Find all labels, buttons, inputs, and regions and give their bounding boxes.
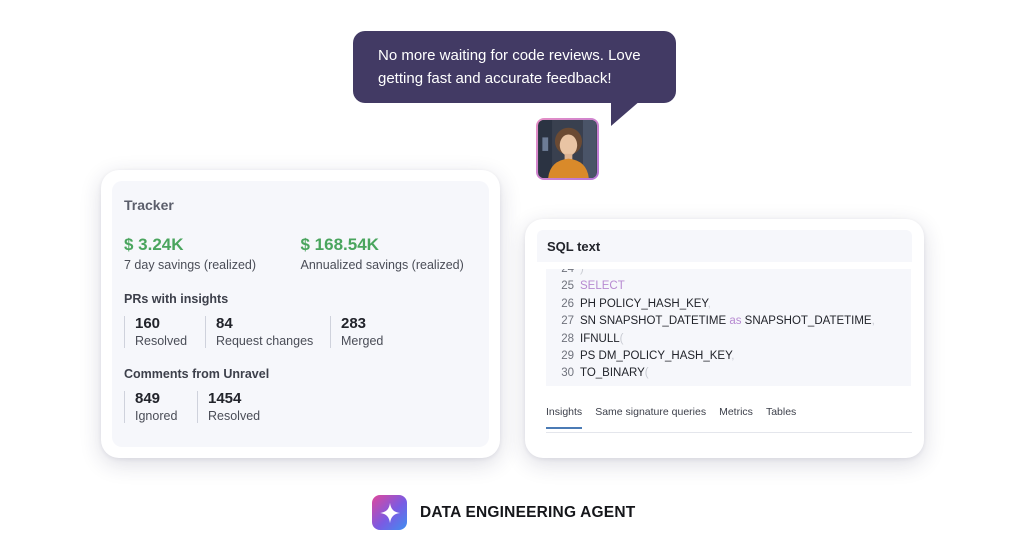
code-text: ) [580, 269, 584, 275]
savings-annualized-value: $ 168.54K [300, 235, 379, 254]
brand-logo [372, 495, 407, 530]
stat-merged: 283 Merged [330, 316, 420, 348]
stat-value: 84 [216, 315, 233, 332]
prs-section-title: PRs with insights [124, 292, 229, 306]
line-number: 27 [561, 315, 574, 328]
code-line: 28 IFNULL( [546, 331, 911, 348]
code-line: 29 PS DM_POLICY_HASH_KEY, [546, 348, 911, 365]
tracker-card: Tracker $ 3.24K 7 day savings (realized)… [101, 170, 500, 458]
line-number: 25 [561, 280, 574, 293]
user-avatar [536, 118, 599, 180]
person-photo-icon [538, 120, 597, 178]
sql-code-viewer[interactable]: 24 ) 25 SELECT 26 PH POLICY_HASH_KEY, 27… [546, 269, 911, 386]
stat-label: Request changes [216, 334, 314, 348]
line-number: 29 [561, 349, 574, 362]
code-line: 30 TO_BINARY( [546, 365, 911, 382]
savings-7day-label: 7 day savings (realized) [124, 258, 257, 272]
stat-label: Resolved [208, 409, 261, 423]
stat-value: 283 [341, 315, 367, 332]
savings-row: $ 3.24K 7 day savings (realized) $ 168.5… [124, 235, 477, 272]
line-number: 24 [561, 269, 574, 275]
sql-card: SQL text 24 ) 25 SELECT 26 PH POLICY_HAS… [525, 219, 924, 458]
code-line: 26 PH POLICY_HASH_KEY, [546, 296, 911, 313]
stat-label: Ignored [135, 409, 178, 423]
code-text: PS DM_POLICY_HASH_KEY, [580, 349, 735, 362]
comments-section-title: Comments from Unravel [124, 367, 270, 381]
line-number: 30 [561, 367, 574, 380]
code-text: SELECT [580, 280, 625, 293]
sql-title: SQL text [537, 230, 912, 262]
stat-value: 1454 [208, 390, 242, 407]
savings-7day: $ 3.24K 7 day savings (realized) [124, 235, 301, 272]
tracker-title: Tracker [124, 197, 174, 213]
prs-stats: 160 Resolved 84 Request changes 283 Merg… [124, 316, 477, 348]
stat-value: 160 [135, 315, 161, 332]
stat-request-changes: 84 Request changes [205, 316, 330, 348]
stat-comments-resolved: 1454 Resolved [197, 391, 287, 423]
sql-tabs: Insights Same signature queries Metrics … [546, 406, 809, 429]
stat-label: Resolved [135, 334, 188, 348]
line-number: 26 [561, 297, 574, 310]
brand: DATA ENGINEERING AGENT [372, 495, 635, 530]
tabs-divider [546, 432, 912, 433]
stat-value: 849 [135, 390, 161, 407]
savings-7day-value: $ 3.24K [124, 235, 184, 254]
testimonial-quote: No more waiting for code reviews. Love g… [378, 47, 641, 87]
code-text: TO_BINARY( [580, 367, 649, 380]
bubble-tail [611, 100, 641, 126]
sparkle-icon [379, 502, 400, 523]
brand-name: DATA ENGINEERING AGENT [420, 503, 636, 521]
code-line: 25 SELECT [546, 278, 911, 295]
tab-metrics[interactable]: Metrics [719, 406, 753, 429]
tab-insights[interactable]: Insights [546, 406, 583, 429]
code-line: 27 SN SNAPSHOT_DATETIME as SNAPSHOT_DATE… [546, 313, 911, 330]
tab-tables[interactable]: Tables [766, 406, 796, 429]
stat-label: Merged [341, 334, 384, 348]
savings-annualized-label: Annualized savings (realized) [300, 258, 464, 272]
stat-ignored: 849 Ignored [124, 391, 197, 423]
code-text: SN SNAPSHOT_DATETIME as SNAPSHOT_DATETIM… [580, 315, 875, 328]
code-text: IFNULL( [580, 332, 624, 345]
code-line: 24 ) [546, 269, 911, 278]
tab-same-signature-queries[interactable]: Same signature queries [595, 406, 706, 429]
code-text: PH POLICY_HASH_KEY, [580, 297, 711, 310]
stat-resolved: 160 Resolved [124, 316, 205, 348]
savings-annualized: $ 168.54K Annualized savings (realized) [301, 235, 478, 272]
testimonial-bubble: No more waiting for code reviews. Love g… [353, 31, 676, 103]
line-number: 28 [561, 332, 574, 345]
comments-stats: 849 Ignored 1454 Resolved [124, 391, 477, 423]
